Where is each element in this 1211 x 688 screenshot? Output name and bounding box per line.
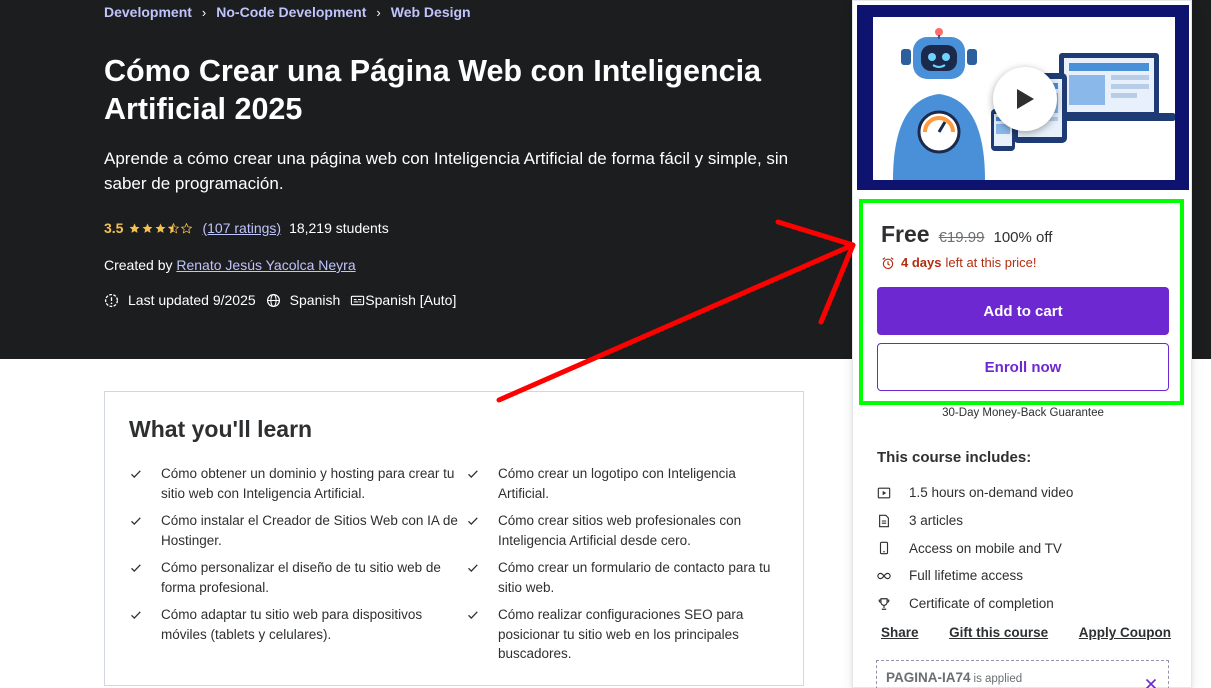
price-timer: 4 days left at this price! — [881, 255, 1037, 270]
learn-item-text: Cómo crear un logotipo con Inteligencia … — [498, 466, 736, 501]
learn-item-text: Cómo personalizar el diseño de tu sitio … — [161, 560, 441, 595]
includes-item: Certificate of completion — [877, 590, 1073, 618]
trophy-icon — [878, 597, 890, 610]
students-count: 18,219 students — [289, 220, 389, 236]
rating-stars — [129, 222, 194, 234]
breadcrumb: Development › No-Code Development › Web … — [104, 4, 471, 20]
learn-item-text: Cómo crear sitios web profesionales con … — [498, 513, 742, 548]
coupon-applied-text: is applied — [973, 673, 1023, 685]
purchase-sidebar: Free €19.99 100% off 4 days left at this… — [852, 0, 1192, 688]
includes-item-label: Full lifetime access — [909, 568, 1024, 584]
includes-item-label: 1.5 hours on-demand video — [909, 485, 1074, 501]
includes-item: Full lifetime access — [877, 562, 1073, 590]
language: Spanish — [266, 292, 341, 308]
learn-item: Cómo crear sitios web profesionales con … — [466, 511, 781, 550]
ratings-count-link[interactable]: (107 ratings) — [202, 220, 281, 236]
learn-item: Cómo personalizar el diseño de tu sitio … — [129, 558, 466, 597]
last-updated-text: Last updated 9/2025 — [128, 292, 256, 308]
star-half-icon — [168, 222, 180, 234]
close-icon[interactable] — [1144, 677, 1158, 688]
created-by-label: Created by — [104, 257, 173, 273]
price-row: Free €19.99 100% off — [881, 221, 1052, 248]
star-full-icon — [143, 223, 153, 233]
check-icon — [468, 517, 478, 526]
learn-item-text: Cómo obtener un dominio y hosting para c… — [161, 466, 455, 501]
applied-coupon: PAGINA-IA74 is applied — [876, 660, 1169, 688]
globe-icon — [266, 293, 280, 307]
play-button[interactable] — [993, 67, 1057, 131]
course-subtitle: Aprende a cómo crear una página web con … — [104, 149, 789, 193]
instructor-link[interactable]: Renato Jesús Yacolca Neyra — [176, 257, 355, 273]
rating-value: 3.5 — [104, 220, 124, 236]
breadcrumb-development[interactable]: Development — [104, 4, 192, 20]
learn-title: What you'll learn — [129, 416, 313, 442]
alarm-clock-icon — [882, 256, 894, 269]
gift-course-link[interactable]: Gift this course — [949, 625, 1048, 640]
share-link[interactable]: Share — [881, 625, 919, 640]
chevron-right-icon: › — [201, 4, 207, 20]
apply-coupon-link[interactable]: Apply Coupon — [1079, 625, 1171, 640]
learn-list: Cómo obtener un dominio y hosting para c… — [129, 464, 781, 672]
coupon-code: PAGINA-IA74 — [886, 670, 971, 685]
check-icon — [468, 470, 478, 479]
share-actions: Share Gift this course Apply Coupon — [881, 625, 1171, 640]
check-icon — [468, 564, 478, 573]
what-youll-learn: What you'll learn Cómo obtener un domini… — [104, 391, 804, 686]
timer-days: 4 days — [901, 255, 942, 270]
learn-item: Cómo instalar el Creador de Sitios Web c… — [129, 511, 466, 550]
course-preview[interactable] — [857, 5, 1189, 190]
infinity-icon — [877, 572, 891, 580]
learn-item: Cómo realizar configuraciones SEO para p… — [466, 605, 781, 664]
breadcrumb-web-design[interactable]: Web Design — [391, 4, 471, 20]
includes-item-label: 3 articles — [909, 513, 964, 529]
rating-row: 3.5 (107 ratings) 18,219 students — [104, 220, 389, 236]
star-empty-icon — [181, 222, 193, 234]
enroll-now-button[interactable]: Enroll now — [877, 343, 1169, 391]
captions-icon — [351, 295, 365, 305]
learn-item-text: Cómo adaptar tu sitio web para dispositi… — [161, 607, 423, 642]
learn-item-text: Cómo realizar configuraciones SEO para p… — [498, 607, 744, 661]
chevron-right-icon: › — [376, 4, 381, 20]
price-highlight-box: Free €19.99 100% off 4 days left at this… — [859, 199, 1184, 405]
star-full-icon — [156, 223, 166, 233]
learn-item: Cómo crear un formulario de contacto par… — [466, 558, 781, 597]
learn-item-text: Cómo instalar el Creador de Sitios Web c… — [161, 513, 458, 548]
captions-text: Spanish [Auto] — [365, 292, 457, 308]
timer-text: left at this price! — [945, 255, 1037, 270]
includes-title: This course includes: — [877, 449, 1032, 466]
created-by: Created by Renato Jesús Yacolca Neyra — [104, 257, 356, 273]
language-text: Spanish — [289, 292, 341, 308]
includes-list: 1.5 hours on-demand video 3 articles Acc… — [877, 479, 1073, 617]
play-icon — [1017, 89, 1034, 109]
includes-item-label: Access on mobile and TV — [909, 540, 1062, 556]
check-icon — [131, 517, 141, 526]
article-icon — [879, 514, 889, 527]
mobile-icon — [879, 541, 889, 555]
video-icon — [877, 487, 891, 499]
last-updated: Last updated 9/2025 — [104, 292, 256, 308]
breadcrumb-no-code-development[interactable]: No-Code Development — [216, 4, 366, 20]
update-alert-icon — [104, 293, 119, 307]
includes-item: 1.5 hours on-demand video — [877, 479, 1073, 507]
includes-item: Access on mobile and TV — [877, 534, 1073, 562]
course-meta: Last updated 9/2025 Spanish Spanish [Aut… — [104, 292, 466, 308]
add-to-cart-button[interactable]: Add to cart — [877, 287, 1169, 335]
check-icon — [468, 611, 478, 620]
current-price: Free — [881, 221, 930, 247]
includes-item: 3 articles — [877, 507, 1073, 535]
check-icon — [131, 564, 141, 573]
check-icon — [131, 470, 141, 479]
discount-percent: 100% off — [993, 229, 1053, 246]
captions: Spanish [Auto] — [350, 292, 456, 308]
money-back-guarantee: 30-Day Money-Back Guarantee — [942, 407, 1104, 419]
learn-item: Cómo crear un logotipo con Inteligencia … — [466, 464, 781, 503]
course-title: Cómo Crear una Página Web con Inteligenc… — [104, 54, 762, 126]
learn-item: Cómo adaptar tu sitio web para dispositi… — [129, 605, 466, 664]
original-price: €19.99 — [938, 229, 985, 246]
learn-item-text: Cómo crear un formulario de contacto par… — [498, 560, 771, 595]
check-icon — [131, 611, 141, 620]
star-full-icon — [130, 223, 140, 233]
learn-item: Cómo obtener un dominio y hosting para c… — [129, 464, 466, 503]
includes-item-label: Certificate of completion — [909, 596, 1054, 612]
